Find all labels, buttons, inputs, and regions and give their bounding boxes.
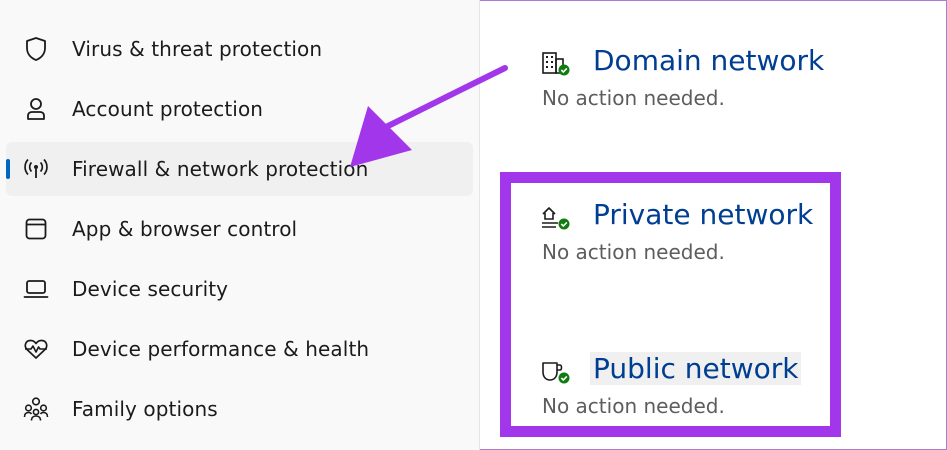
shield-icon — [23, 36, 49, 62]
domain-network-status: No action needed. — [542, 86, 725, 110]
heart-pulse-icon — [23, 336, 49, 362]
sidebar-item-virus-threat-protection[interactable]: Virus & threat protection — [6, 22, 473, 76]
sidebar-item-label: Family options — [72, 397, 218, 421]
domain-building-icon — [540, 50, 570, 80]
sidebar-nav: Virus & threat protection Account protec… — [0, 0, 479, 450]
annotation-highlight-box — [500, 172, 841, 437]
pane-divider — [479, 0, 480, 450]
sidebar-item-device-security[interactable]: Device security — [6, 262, 473, 316]
sidebar-item-label: Firewall & network protection — [72, 157, 369, 181]
sidebar-item-app-browser-control[interactable]: App & browser control — [6, 202, 473, 256]
family-icon — [23, 396, 49, 422]
sidebar-item-label: Account protection — [72, 97, 264, 121]
sidebar-item-account-protection[interactable]: Account protection — [6, 82, 473, 136]
sidebar-item-device-performance-health[interactable]: Device performance & health — [6, 322, 473, 376]
wireless-antenna-icon — [23, 156, 49, 182]
app-window-icon — [23, 216, 49, 242]
domain-network-link[interactable]: Domain network — [590, 44, 827, 77]
sidebar-item-label: Virus & threat protection — [72, 37, 323, 61]
sidebar-item-label: Device security — [72, 277, 229, 301]
sidebar-item-label: Device performance & health — [72, 337, 370, 361]
sidebar-item-firewall-network-protection[interactable]: Firewall & network protection — [6, 142, 473, 196]
sidebar-item-label: App & browser control — [72, 217, 298, 241]
person-icon — [23, 96, 49, 122]
selected-indicator — [6, 159, 10, 179]
sidebar-item-family-options[interactable]: Family options — [6, 382, 473, 436]
laptop-icon — [23, 276, 49, 302]
